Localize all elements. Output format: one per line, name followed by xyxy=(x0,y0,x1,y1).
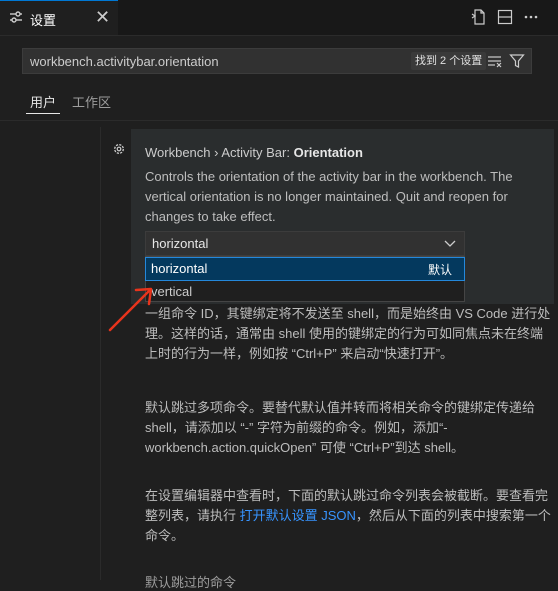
setting-description: Controls the orientation of the activity… xyxy=(145,169,513,224)
filter-icon[interactable] xyxy=(509,53,525,69)
settings-sliders-icon xyxy=(10,11,22,23)
tab-close-icon[interactable]: ✕ xyxy=(95,7,110,27)
settings-tree-divider xyxy=(100,127,101,580)
tab-title: 设置 xyxy=(30,13,57,28)
divider xyxy=(0,120,558,121)
orientation-select[interactable]: horizontal xyxy=(145,231,465,256)
setting-title: Workbench › Activity Bar: Orientation xyxy=(145,145,363,160)
default-badge: 默认 xyxy=(427,263,452,277)
tab-user-settings[interactable]: 用户 xyxy=(30,92,56,111)
settings-tab[interactable]: 设置 ✕ xyxy=(0,0,118,35)
editor-tab-strip: 设置 ✕ xyxy=(0,0,558,36)
setting-description-paragraph: 一组命令 ID，其键绑定将不发送至 shell，而是始终由 VS Code 进行… xyxy=(145,306,551,361)
option-label: horizontal xyxy=(151,261,208,276)
setting-description-paragraph: 在设置编辑器中查看时，下面的默认跳过命令列表会被截断。要查看完整列表，请执行 打… xyxy=(145,486,555,546)
setting-description-paragraph: 默认跳过多项命令。要替代默认值并转而将相关命令的键绑定传递给 shell，请添加… xyxy=(145,400,536,455)
gear-icon[interactable] xyxy=(112,142,126,156)
more-actions-icon[interactable] xyxy=(522,8,540,26)
chevron-down-icon xyxy=(444,240,456,247)
tab-workspace-settings[interactable]: 工作区 xyxy=(72,92,111,111)
select-value: horizontal xyxy=(152,236,209,251)
search-result-count-badge: 找到 2 个设置 xyxy=(411,52,487,70)
clear-filter-icon[interactable] xyxy=(487,54,503,68)
setting-category: Workbench › Activity Bar: xyxy=(145,145,294,160)
settings-search-box[interactable]: workbench.activitybar.orientation 找到 2 个… xyxy=(22,48,532,74)
setting-description-partial: 默认跳过的命令 xyxy=(145,575,237,590)
option-horizontal[interactable]: horizontal 默认 xyxy=(145,257,465,281)
setting-name: Orientation xyxy=(293,145,363,160)
open-default-settings-json-link[interactable]: 打开默认设置 JSON xyxy=(240,508,356,523)
split-editor-icon[interactable] xyxy=(496,8,514,26)
option-vertical[interactable]: vertical xyxy=(146,281,464,303)
open-settings-json-icon[interactable] xyxy=(470,8,488,26)
active-tab-indicator xyxy=(26,113,60,114)
select-dropdown-list: horizontal 默认 vertical xyxy=(145,256,465,302)
search-input-value[interactable]: workbench.activitybar.orientation xyxy=(30,54,219,69)
